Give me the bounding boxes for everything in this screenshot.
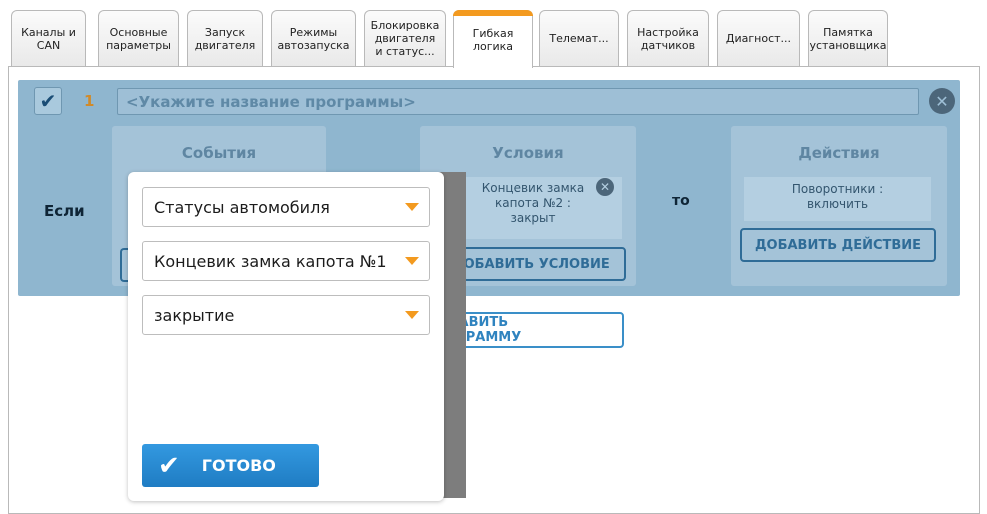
tab-label: Памятка установщика (809, 25, 887, 52)
checkmark-icon: ✔ (158, 450, 180, 481)
if-label: Если (44, 202, 85, 220)
tab-engine-start[interactable]: Запуск двигателя (187, 10, 263, 66)
event-state-select[interactable]: закрытие (142, 295, 430, 335)
done-button[interactable]: ✔ ГОТОВО (142, 444, 319, 487)
chevron-down-icon (405, 257, 419, 265)
tab-label: Телемат... (549, 32, 609, 45)
tab-sensor-setup[interactable]: Настройка датчиков (627, 10, 709, 66)
event-category-select[interactable]: Статусы автомобиля (142, 187, 430, 227)
event-sensor-select[interactable]: Концевик замка капота №1 (142, 241, 430, 281)
tab-label: Основные параметры (106, 25, 171, 52)
tab-channels-can[interactable]: Каналы и CAN (11, 10, 86, 66)
chevron-down-icon (405, 311, 419, 319)
select-value: Статусы автомобиля (154, 197, 330, 217)
add-condition-button[interactable]: ДОБАВИТЬ УСЛОВИЕ (444, 247, 626, 281)
conditions-title: Условия (492, 144, 564, 162)
tab-flexible-logic[interactable]: Гибкая логика (453, 10, 533, 68)
tab-label: Настройка датчиков (637, 25, 699, 52)
done-button-label: ГОТОВО (201, 456, 276, 475)
tab-label: Гибкая логика (472, 26, 514, 53)
tab-diagnostics[interactable]: Диагност... (717, 10, 800, 66)
tab-autostart-modes[interactable]: Режимы автозапуска (271, 10, 356, 66)
actions-title: Действия (798, 144, 880, 162)
program-number: 1 (84, 92, 95, 110)
remove-condition-close-icon[interactable]: ✕ (596, 178, 614, 196)
action-item: Поворотники : включить (744, 177, 931, 221)
event-picker-dialog: Статусы автомобиля Концевик замка капота… (128, 172, 444, 501)
tab-label: Запуск двигателя (194, 25, 256, 52)
tab-bar: Каналы и CAN Основные параметры Запуск д… (0, 0, 987, 68)
checkmark-icon: ✔ (39, 89, 57, 113)
tab-label: Диагност... (725, 32, 792, 45)
tab-installer-notes[interactable]: Памятка установщика (808, 10, 888, 66)
chevron-down-icon (405, 203, 419, 211)
tab-telematics[interactable]: Телемат... (539, 10, 619, 66)
tab-engine-block[interactable]: Блокировка двигателя и статус... (364, 10, 446, 66)
tab-label: Блокировка двигателя и статус... (370, 19, 440, 58)
select-value: Концевик замка капота №1 (154, 251, 387, 271)
select-value: закрытие (154, 305, 235, 325)
delete-program-close-icon[interactable]: ✕ (929, 88, 955, 114)
events-title: События (181, 144, 257, 162)
tab-main-params[interactable]: Основные параметры (98, 10, 179, 66)
tab-label: Режимы автозапуска (277, 25, 350, 52)
program-name-input[interactable]: <Укажите название программы> (117, 88, 919, 115)
add-action-button[interactable]: ДОБАВИТЬ ДЕЙСТВИЕ (740, 228, 936, 262)
tab-label: Каналы и CAN (21, 25, 76, 52)
app-window: Каналы и CAN Основные параметры Запуск д… (0, 0, 987, 514)
then-label: то (672, 193, 690, 209)
program-enabled-checkbox[interactable]: ✔ (34, 87, 62, 115)
